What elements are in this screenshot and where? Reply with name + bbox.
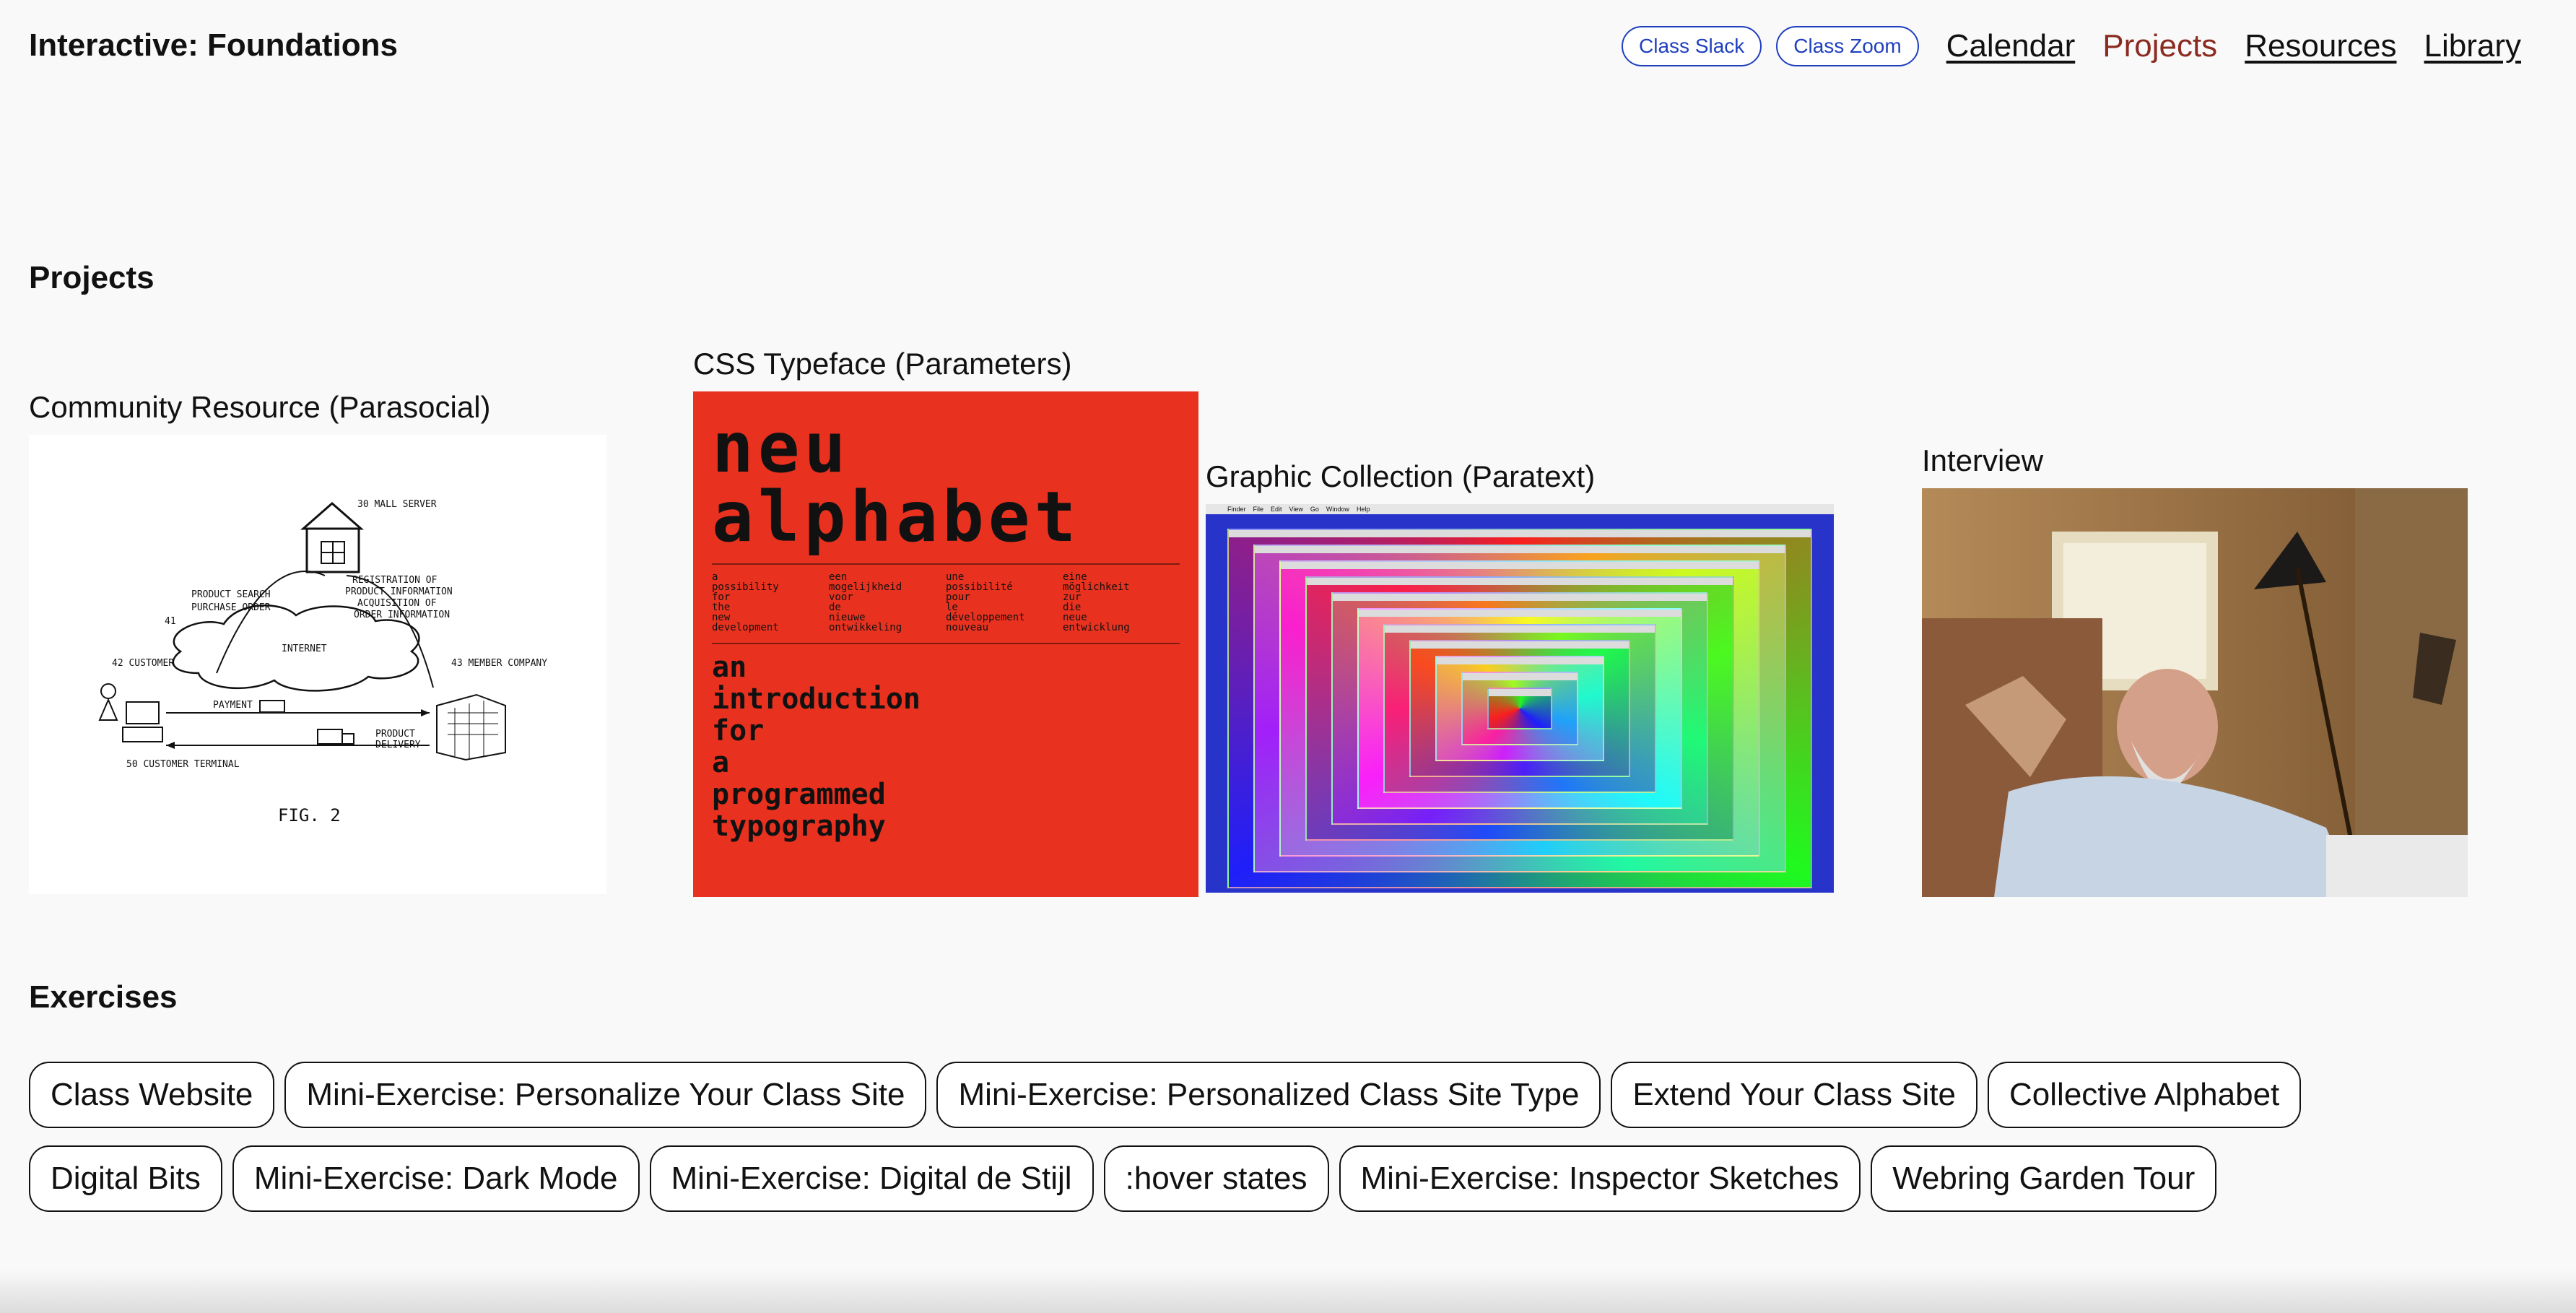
project-title[interactable]: CSS Typeface (Parameters) <box>693 347 1198 381</box>
poster-intro: an introduction for a programmed typography <box>712 651 921 843</box>
diagram-label: PRODUCT INFORMATION <box>345 586 453 597</box>
poster-small-text: a possibility for the new development een mog… <box>712 571 1130 633</box>
poster-headline: neu alphabet <box>712 407 1081 558</box>
nested-window <box>1487 688 1552 729</box>
project-card-css-typeface[interactable]: CSS Typeface (Parameters) neu alphabet a… <box>693 347 1198 897</box>
exercise-chip[interactable]: Collective Alphabet <box>1988 1062 2302 1128</box>
exercises-list: Class Website Mini-Exercise: Personalize… <box>29 1062 2484 1229</box>
exercise-chip[interactable]: Digital Bits <box>29 1145 222 1212</box>
site-title[interactable]: Interactive: Foundations <box>29 27 398 64</box>
project-title[interactable]: Graphic Collection (Paratext) <box>1206 459 1834 494</box>
project-title[interactable]: Community Resource (Parasocial) <box>29 390 606 425</box>
exercises-heading: Exercises <box>29 979 178 1015</box>
header-nav: Class Slack Class Zoom Calendar Projects… <box>1622 26 2521 66</box>
diagram-label: 42 CUSTOMER <box>112 658 174 669</box>
class-slack-link[interactable]: Class Slack <box>1622 26 1762 66</box>
interview-photo-image <box>1922 488 2468 897</box>
nav-library[interactable]: Library <box>2424 28 2522 64</box>
nav-projects[interactable]: Projects <box>2102 28 2217 64</box>
page-bottom-shadow <box>0 1270 2576 1313</box>
diagram-label: 50 CUSTOMER TERMINAL <box>126 759 240 770</box>
diagram-label: 43 MEMBER COMPANY <box>451 658 547 669</box>
project-title[interactable]: Interview <box>1922 443 2468 478</box>
project-thumbnail[interactable]: Finder File Edit View Go Window Help <box>1206 504 1834 893</box>
project-thumbnail[interactable]: 30 MALL SERVER INTERNET PRODUCT SEARCH P… <box>29 435 606 894</box>
exercise-chip[interactable]: Extend Your Class Site <box>1611 1062 1978 1128</box>
project-thumbnail[interactable] <box>1922 488 2468 897</box>
exercise-chip[interactable]: Webring Garden Tour <box>1871 1145 2217 1212</box>
project-card-graphic-collection[interactable]: Graphic Collection (Paratext) Finder File… <box>1206 459 1834 893</box>
diagram-label: 41 <box>165 616 176 627</box>
patent-diagram-image: 30 MALL SERVER INTERNET PRODUCT SEARCH P… <box>98 499 547 826</box>
exercise-chip[interactable]: Class Website <box>29 1062 275 1128</box>
mac-menubar: Finder File Edit View Go Window Help <box>1206 504 1834 514</box>
projects-heading: Projects <box>29 260 155 295</box>
exercise-row: Class Website Mini-Exercise: Personalize… <box>29 1062 2484 1128</box>
exercise-chip[interactable]: Mini-Exercise: Personalized Class Site T… <box>936 1062 1601 1128</box>
diagram-label: FIG. 2 <box>278 805 341 826</box>
diagram-label: INTERNET <box>282 644 327 654</box>
diagram-label: ORDER INFORMATION <box>354 610 450 620</box>
class-zoom-link[interactable]: Class Zoom <box>1776 26 1919 66</box>
diagram-label: PRODUCT SEARCH <box>191 589 271 600</box>
poster-rule <box>712 563 1180 565</box>
exercise-chip[interactable]: Mini-Exercise: Inspector Sketches <box>1339 1145 1861 1212</box>
exercise-chip[interactable]: Mini-Exercise: Personalize Your Class Si… <box>284 1062 927 1128</box>
poster-rule <box>712 643 1180 644</box>
diagram-label: PRODUCT <box>375 729 415 740</box>
exercise-row: Digital Bits Mini-Exercise: Dark Mode Mi… <box>29 1145 2484 1212</box>
diagram-label: REGISTRATION OF <box>352 575 438 586</box>
exercise-chip[interactable]: Mini-Exercise: Digital de Stijl <box>649 1145 1094 1212</box>
project-card-community-resource[interactable]: Community Resource (Parasocial) 30 MALL … <box>29 390 606 894</box>
diagram-label: DELIVERY <box>375 740 421 750</box>
diagram-label: PAYMENT <box>213 700 253 711</box>
exercise-chip[interactable]: :hover states <box>1103 1145 1329 1212</box>
diagram-label: PURCHASE ORDER <box>191 602 271 613</box>
nav-resources[interactable]: Resources <box>2245 28 2396 64</box>
project-thumbnail[interactable]: neu alphabet a possibility for the new devel… <box>693 391 1198 897</box>
exercise-chip[interactable]: Mini-Exercise: Dark Mode <box>232 1145 640 1212</box>
diagram-label: 30 MALL SERVER <box>357 499 437 510</box>
project-card-interview[interactable]: Interview <box>1922 443 2468 897</box>
nav-calendar[interactable]: Calendar <box>1946 28 2076 64</box>
diagram-label: ACQUISITION OF <box>357 598 437 609</box>
